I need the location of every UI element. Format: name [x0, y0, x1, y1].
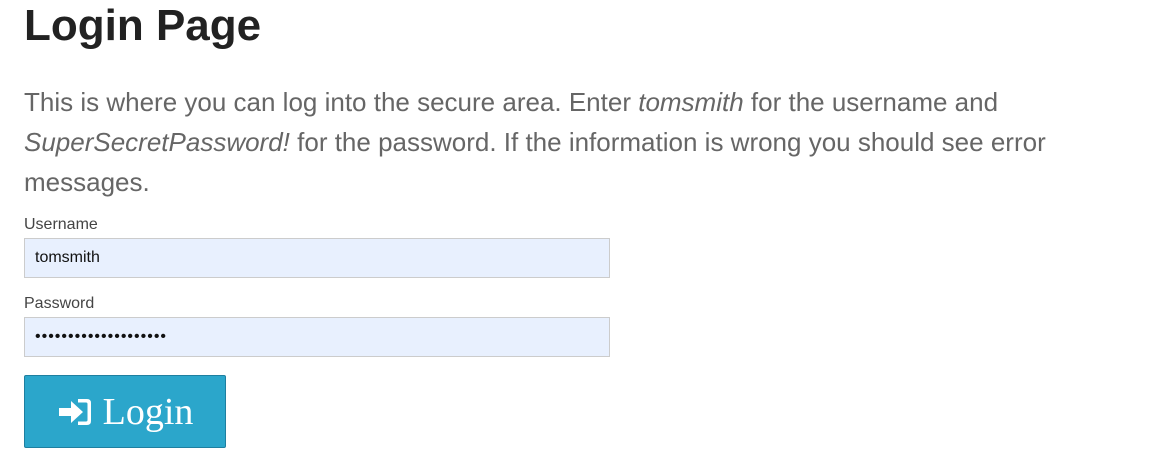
password-hint: SuperSecretPassword!: [24, 127, 290, 157]
password-label: Password: [24, 295, 95, 312]
login-button-label: Login: [102, 390, 194, 433]
sign-in-icon: [58, 398, 91, 425]
subheader-part-1: This is where you can log into the secur…: [24, 87, 639, 117]
subheader-text: This is where you can log into the secur…: [24, 82, 1158, 202]
username-hint: tomsmith: [638, 87, 744, 117]
username-input[interactable]: [24, 238, 610, 278]
login-button[interactable]: Login: [24, 375, 226, 448]
password-input[interactable]: [24, 317, 610, 357]
subheader-part-2: for the username and: [743, 87, 999, 117]
page-title: Login Page: [24, 1, 262, 50]
username-label: Username: [24, 216, 98, 233]
